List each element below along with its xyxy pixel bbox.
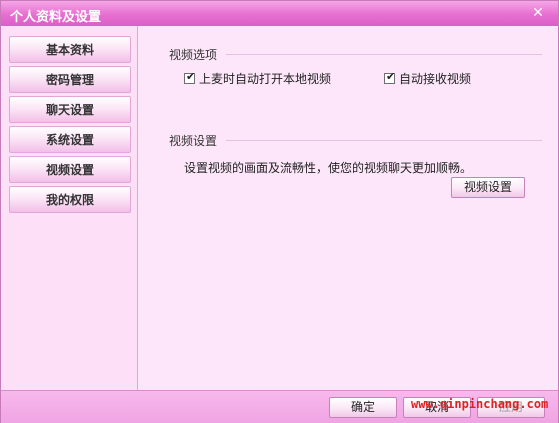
sidebar-item-chat-settings[interactable]: 聊天设置 xyxy=(9,96,131,123)
auto-receive-video-checkbox[interactable]: ✔ xyxy=(384,70,396,84)
video-settings-divider xyxy=(226,140,542,141)
ok-button[interactable]: 确定 xyxy=(329,397,397,418)
video-options-title: 视频选项 xyxy=(169,48,218,62)
video-options-divider xyxy=(226,54,542,55)
sidebar-item-my-permissions[interactable]: 我的权限 xyxy=(9,186,131,213)
sidebar: 基本资料 密码管理 聊天设置 系统设置 视频设置 我的权限 xyxy=(2,26,138,390)
video-settings-button[interactable]: 视频设置 xyxy=(451,177,525,198)
sidebar-item-system-settings[interactable]: 系统设置 xyxy=(9,126,131,153)
auto-open-local-video-checkbox[interactable]: ✔ xyxy=(184,70,196,84)
auto-receive-video-option[interactable]: ✔ 自动接收视频 xyxy=(384,70,471,87)
title-bar[interactable]: 个人资料及设置 ✕ xyxy=(1,1,558,26)
sidebar-item-password[interactable]: 密码管理 xyxy=(9,66,131,93)
cancel-button[interactable]: 取消 xyxy=(403,397,471,418)
video-settings-description: 设置视频的画面及流畅性，使您的视频聊天更加顺畅。 xyxy=(184,161,473,175)
sidebar-item-basic-info[interactable]: 基本资料 xyxy=(9,36,131,63)
checkmark-icon: ✔ xyxy=(186,70,196,83)
footer-bar: 确定 取消 应用 xyxy=(1,390,558,423)
auto-open-local-video-option[interactable]: ✔ 上麦时自动打开本地视频 xyxy=(184,70,331,87)
settings-dialog: 个人资料及设置 ✕ 基本资料 密码管理 聊天设置 系统设置 视频设置 我的权限 … xyxy=(0,0,559,423)
window-title: 个人资料及设置 xyxy=(10,10,102,25)
content-panel: 视频选项 ✔ 上麦时自动打开本地视频 ✔ 自动接收视频 视频设置 设置视频的画面… xyxy=(139,26,558,390)
checkmark-icon: ✔ xyxy=(386,70,396,83)
apply-button[interactable]: 应用 xyxy=(477,397,545,418)
auto-open-local-video-label[interactable]: 上麦时自动打开本地视频 xyxy=(199,70,331,87)
auto-receive-video-label[interactable]: 自动接收视频 xyxy=(399,70,471,87)
close-icon[interactable]: ✕ xyxy=(530,5,546,21)
sidebar-item-video-settings[interactable]: 视频设置 xyxy=(9,156,131,183)
video-settings-title: 视频设置 xyxy=(169,134,218,148)
